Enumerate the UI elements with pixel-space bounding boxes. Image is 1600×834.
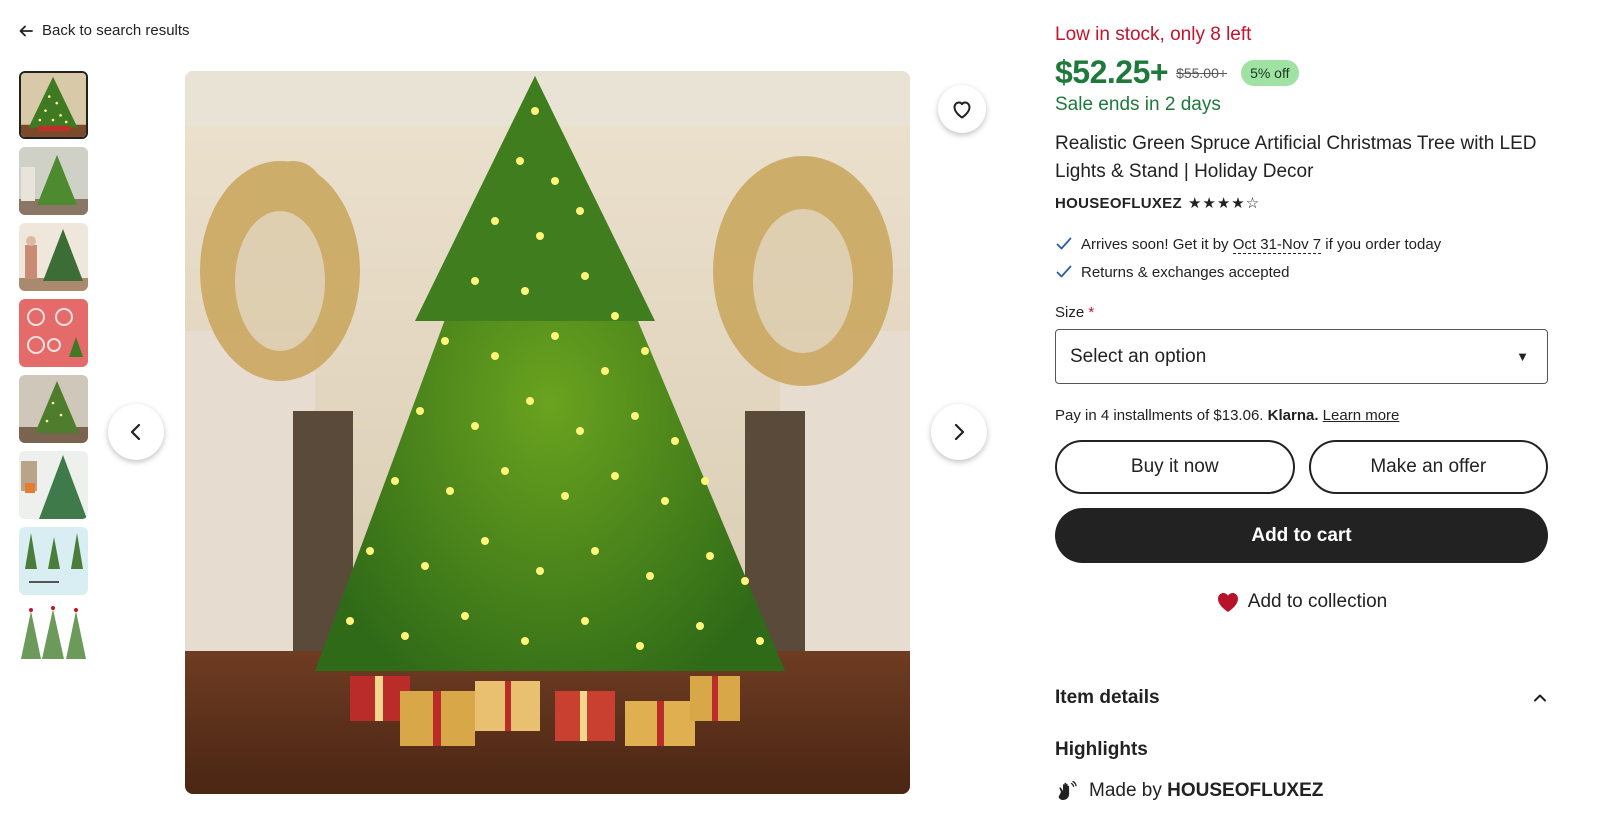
chevron-up-icon bbox=[1534, 694, 1546, 702]
seller-row: HOUSEOFLUXEZ ★★★★☆ bbox=[1055, 194, 1548, 213]
sale-ends: Sale ends in 2 days bbox=[1055, 94, 1221, 115]
size-select-value: Select an option bbox=[1070, 345, 1207, 367]
thumbnail-6[interactable] bbox=[19, 451, 88, 519]
returns-info: Returns & exchanges accepted bbox=[1055, 258, 1548, 286]
heart-outline-icon bbox=[953, 101, 971, 119]
item-details-label: Item details bbox=[1055, 687, 1160, 708]
thumbnail-1[interactable] bbox=[19, 71, 88, 139]
add-to-collection-button[interactable]: Add to collection bbox=[1055, 591, 1548, 613]
required-marker: * bbox=[1088, 304, 1095, 321]
thumbnail-list bbox=[19, 71, 89, 671]
klarna-text: Pay in 4 installments of $13.06. bbox=[1055, 407, 1264, 424]
add-to-collection-label: Add to collection bbox=[1247, 591, 1388, 612]
rating-stars: ★★★★☆ bbox=[1187, 195, 1261, 212]
size-label: Size * bbox=[1055, 304, 1095, 321]
back-link-label: Back to search results bbox=[42, 22, 190, 39]
arrival-dates[interactable]: Oct 31-Nov 7 bbox=[1232, 235, 1322, 254]
made-by-prefix: Made by bbox=[1089, 780, 1168, 801]
product-main-image bbox=[185, 71, 910, 794]
discount-badge: 5% off bbox=[1241, 59, 1299, 86]
make-an-offer-button[interactable]: Make an offer bbox=[1308, 440, 1548, 494]
klarna-brand: Klarna. bbox=[1267, 407, 1319, 424]
purchase-buttons: Buy it now Make an offer bbox=[1055, 440, 1548, 494]
thumbnail-4[interactable] bbox=[19, 299, 88, 367]
thumbnail-2[interactable] bbox=[19, 147, 88, 215]
check-icon bbox=[1056, 237, 1072, 250]
klarna-info: Pay in 4 installments of $13.06. Klarna.… bbox=[1055, 407, 1548, 424]
thumbnail-7[interactable] bbox=[19, 527, 88, 595]
thumbnail-8[interactable] bbox=[19, 603, 88, 671]
chevron-right-icon bbox=[954, 423, 965, 441]
product-info-panel: Low in stock, only 8 left $52.25+ $55.00… bbox=[1055, 24, 1548, 803]
returns-text: Returns & exchanges accepted bbox=[1081, 263, 1290, 281]
klarna-learn-more-link[interactable]: Learn more bbox=[1323, 407, 1400, 424]
made-by-seller: HOUSEOFLUXEZ bbox=[1167, 780, 1324, 801]
seller-name[interactable]: HOUSEOFLUXEZ bbox=[1055, 195, 1182, 212]
check-icon bbox=[1056, 265, 1072, 278]
chevron-left-icon bbox=[130, 423, 141, 441]
thumbnail-5[interactable] bbox=[19, 375, 88, 443]
arrival-suffix: if you order today bbox=[1321, 235, 1442, 253]
arrow-left-icon bbox=[19, 25, 33, 36]
next-image-button[interactable] bbox=[931, 404, 987, 460]
thumbnail-3[interactable] bbox=[19, 223, 88, 291]
arrival-info: Arrives soon! Get it by Oct 31-Nov 7 if … bbox=[1055, 230, 1548, 258]
product-title: Realistic Green Spruce Artificial Christ… bbox=[1055, 133, 1537, 182]
item-details-toggle[interactable]: Item details bbox=[1055, 687, 1548, 709]
size-select[interactable]: Select an option ▼ bbox=[1055, 329, 1548, 384]
caret-down-icon: ▼ bbox=[1516, 349, 1529, 364]
current-price: $52.25+ bbox=[1055, 54, 1169, 90]
arrival-prefix: Arrives soon! Get it by bbox=[1081, 235, 1233, 253]
buy-it-now-button[interactable]: Buy it now bbox=[1055, 440, 1295, 494]
price-row: $52.25+ $55.00+ 5% off bbox=[1055, 54, 1548, 91]
made-by-row: Made by HOUSEOFLUXEZ bbox=[1055, 779, 1548, 803]
stock-status: Low in stock, only 8 left bbox=[1055, 24, 1252, 45]
previous-image-button[interactable] bbox=[108, 404, 164, 460]
add-to-cart-button[interactable]: Add to cart bbox=[1055, 508, 1548, 563]
back-to-search-link[interactable]: Back to search results bbox=[18, 22, 190, 39]
highlights-heading: Highlights bbox=[1055, 739, 1148, 760]
heart-filled-icon bbox=[1217, 593, 1238, 612]
favorite-button[interactable] bbox=[938, 85, 986, 133]
shipping-info: Arrives soon! Get it by Oct 31-Nov 7 if … bbox=[1055, 230, 1548, 286]
original-price: $55.00+ bbox=[1176, 64, 1228, 81]
hand-wave-icon bbox=[1058, 780, 1077, 800]
